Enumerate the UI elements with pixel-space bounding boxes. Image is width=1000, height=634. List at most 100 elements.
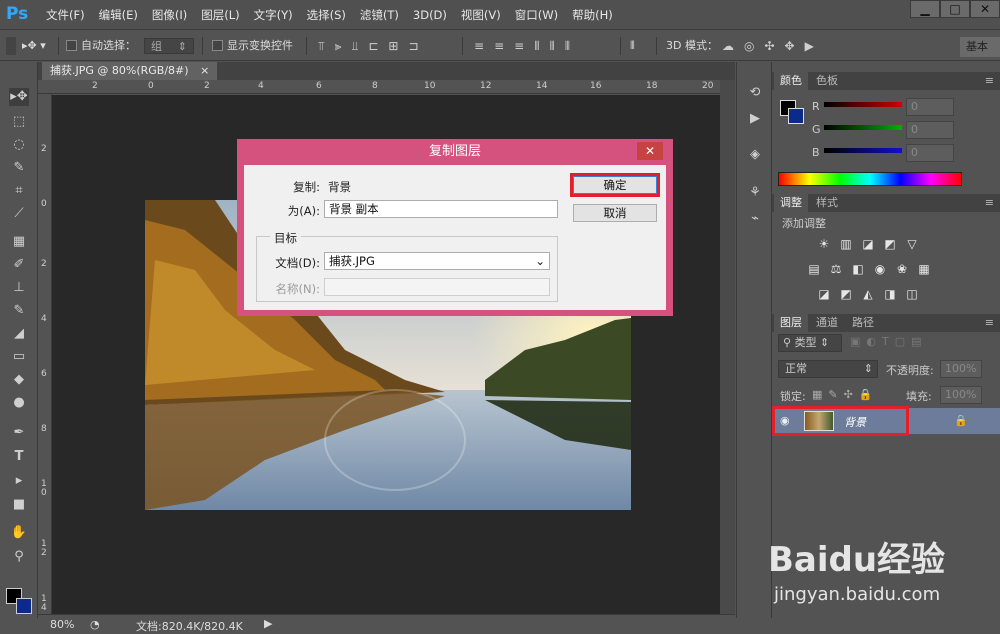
panel-menu-icon[interactable]: ≡ <box>985 74 994 87</box>
quick-select-tool-icon[interactable]: ✎ <box>9 159 29 177</box>
auto-select-option[interactable]: 自动选择： <box>66 38 136 54</box>
channel-value-input[interactable]: 0 <box>906 121 954 139</box>
threshold-icon[interactable]: ◭ <box>860 287 876 301</box>
distribute-icons[interactable]: ≡ ≡ ≡ ⦀ ⦀ ⦀ <box>474 38 580 54</box>
status-arrow-icon[interactable]: ▶ <box>264 617 272 630</box>
gradient-map-icon[interactable]: ◨ <box>882 287 898 301</box>
tab-color[interactable]: 颜色 <box>774 72 808 90</box>
tab-styles[interactable]: 样式 <box>810 194 844 212</box>
show-transform-checkbox[interactable] <box>212 40 223 51</box>
eraser-tool-icon[interactable]: ◢ <box>9 325 29 343</box>
marquee-tool-icon[interactable]: ⬚ <box>9 113 29 131</box>
minimize-button[interactable]: ▁ <box>910 0 940 18</box>
lasso-tool-icon[interactable]: ◌ <box>9 136 29 154</box>
move-tool-preset-icon[interactable]: ▸✥ ▾ <box>22 38 46 54</box>
color-lookup-icon[interactable]: ▦ <box>916 262 932 276</box>
menu-item-7[interactable]: 3D(D) <box>413 8 447 22</box>
opacity-input[interactable]: 100% <box>940 360 982 378</box>
dialog-close-button[interactable]: ✕ <box>637 142 663 160</box>
actions-play-icon[interactable]: ▶ <box>745 110 765 128</box>
history-brush-tool-icon[interactable]: ✎ <box>9 302 29 320</box>
close-button[interactable]: ✕ <box>970 0 1000 18</box>
tab-close-icon[interactable]: × <box>200 64 209 77</box>
tab-adjustments[interactable]: 调整 <box>774 194 808 212</box>
panel-menu-icon[interactable]: ≡ <box>985 316 994 329</box>
document-tab[interactable]: 捕获.JPG @ 80%(RGB/8#) × <box>42 62 218 80</box>
zoom-tool-icon[interactable]: ⚲ <box>9 548 29 566</box>
exposure-icon[interactable]: ◩ <box>882 237 898 251</box>
menu-item-6[interactable]: 滤镜(T) <box>360 7 399 23</box>
history-icon[interactable]: ⟲ <box>745 84 765 102</box>
move-tool-icon[interactable]: ▸✥ <box>9 88 29 106</box>
channel-slider[interactable] <box>824 125 902 130</box>
black-white-icon[interactable]: ◧ <box>850 262 866 276</box>
vibrance-icon[interactable]: ▽ <box>904 237 920 251</box>
color-spectrum[interactable] <box>778 172 962 186</box>
blend-mode-dropdown[interactable]: 正常 ⇕ <box>778 360 878 378</box>
levels-icon[interactable]: ▥ <box>838 237 854 251</box>
tab-channels[interactable]: 通道 <box>810 314 844 332</box>
document-select[interactable]: 捕获.JPG ⌄ <box>324 252 550 270</box>
menu-item-1[interactable]: 编辑(E) <box>99 7 138 23</box>
menu-item-10[interactable]: 帮助(H) <box>572 7 613 23</box>
show-transform-option[interactable]: 显示变换控件 <box>212 38 293 54</box>
clone-stamp-tool-icon[interactable]: ⊥ <box>9 279 29 297</box>
shape-tool-icon[interactable]: ■ <box>9 496 29 514</box>
channel-value-input[interactable]: 0 <box>906 144 954 162</box>
menu-item-5[interactable]: 选择(S) <box>307 7 346 23</box>
menu-item-3[interactable]: 图层(L) <box>201 7 239 23</box>
curves-icon[interactable]: ◪ <box>860 237 876 251</box>
maximize-button[interactable]: □ <box>940 0 970 18</box>
workspace-switcher[interactable]: 基本 <box>960 37 1000 57</box>
background-color-swatch[interactable] <box>16 598 32 614</box>
status-icon[interactable]: ◔ <box>90 618 100 631</box>
zoom-level[interactable]: 80% <box>50 618 74 631</box>
tab-paths[interactable]: 路径 <box>846 314 880 332</box>
layer-filter-icons[interactable]: ▣◐T▢▤ <box>850 335 928 348</box>
panel-menu-icon[interactable]: ≡ <box>985 196 994 209</box>
menu-item-4[interactable]: 文字(Y) <box>254 7 293 23</box>
align-icons[interactable]: ⫪ ⫸ ⫫ ⊏ ⊞ ⊐ <box>318 38 429 54</box>
brightness-icon[interactable]: ☀ <box>816 237 832 251</box>
type-tool-icon[interactable]: T <box>9 448 29 466</box>
brush-tool-icon[interactable]: ✐ <box>9 256 29 274</box>
photo-filter-icon[interactable]: ◉ <box>872 262 888 276</box>
channel-slider[interactable] <box>824 102 902 107</box>
channel-value-input[interactable]: 0 <box>906 98 954 116</box>
cancel-button[interactable]: 取消 <box>573 204 657 222</box>
hue-sat-icon[interactable]: ▤ <box>806 262 822 276</box>
brush-settings-icon[interactable]: ⚘ <box>745 184 765 202</box>
lock-icons[interactable]: ▦✎✣🔒 <box>812 388 879 401</box>
color-background-swatch[interactable] <box>788 108 804 124</box>
menu-item-9[interactable]: 窗口(W) <box>515 7 558 23</box>
eyedropper-tool-icon[interactable]: ⟋ <box>9 205 29 223</box>
pen-tool-icon[interactable]: ✒ <box>9 424 29 442</box>
healing-brush-tool-icon[interactable]: ▦ <box>9 233 29 251</box>
auto-select-checkbox[interactable] <box>66 40 77 51</box>
brush-presets-icon[interactable]: ⌁ <box>745 210 765 228</box>
auto-align-icon[interactable]: ⦀ <box>630 38 635 54</box>
invert-icon[interactable]: ◪ <box>816 287 832 301</box>
channel-slider[interactable] <box>824 148 902 153</box>
menu-item-0[interactable]: 文件(F) <box>46 7 85 23</box>
layer-name-input[interactable]: 背景 副本 <box>324 200 558 218</box>
menu-item-8[interactable]: 视图(V) <box>461 7 501 23</box>
dodge-tool-icon[interactable]: ● <box>9 394 29 412</box>
color-balance-icon[interactable]: ⚖ <box>828 262 844 276</box>
vertical-scrollbar[interactable] <box>720 80 735 614</box>
3d-mode-icons[interactable]: ☁ ◎ ✣ ✥ ▶ <box>722 38 824 54</box>
channel-mixer-icon[interactable]: ❀ <box>894 262 910 276</box>
fill-input[interactable]: 100% <box>940 386 982 404</box>
crop-tool-icon[interactable]: ⌗ <box>9 182 29 200</box>
hand-tool-icon[interactable]: ✋ <box>9 524 29 542</box>
posterize-icon[interactable]: ◩ <box>838 287 854 301</box>
layer-filter-dropdown[interactable]: ⚲ 类型 ⇕ <box>778 334 842 352</box>
path-select-tool-icon[interactable]: ▸ <box>9 472 29 490</box>
auto-select-dropdown[interactable]: 组 ⇕ <box>144 38 194 54</box>
selective-color-icon[interactable]: ◫ <box>904 287 920 301</box>
3d-panel-icon[interactable]: ◈ <box>745 146 765 164</box>
menu-item-2[interactable]: 图像(I) <box>152 7 187 23</box>
tab-swatches[interactable]: 色板 <box>810 72 844 90</box>
blur-tool-icon[interactable]: ◆ <box>9 371 29 389</box>
tab-layers[interactable]: 图层 <box>774 314 808 332</box>
